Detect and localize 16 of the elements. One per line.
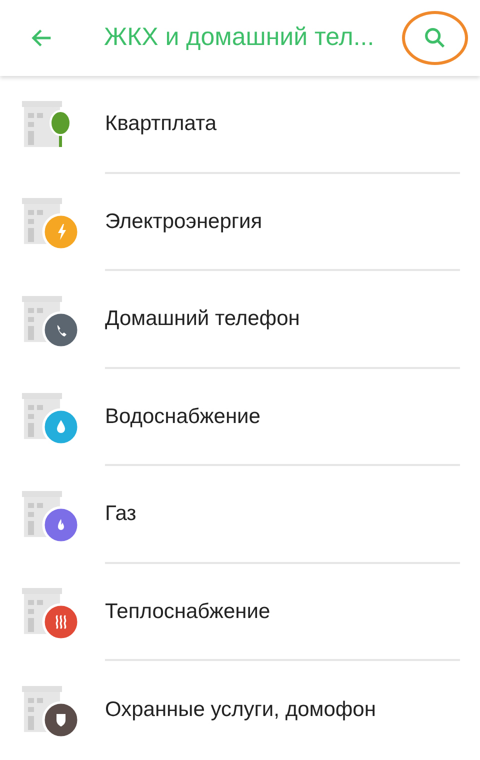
service-item[interactable]: Теплоснабжение — [0, 564, 480, 661]
service-label: Газ — [105, 501, 136, 527]
service-label: Водоснабжение — [105, 404, 260, 430]
service-item[interactable]: Охранные услуги, домофон — [0, 661, 480, 758]
service-label: Домашний телефон — [105, 306, 300, 332]
service-item[interactable]: Электроэнергия — [0, 174, 480, 271]
service-item[interactable]: Домашний телефон — [0, 271, 480, 368]
service-label: Электроэнергия — [105, 208, 262, 234]
service-label: Теплоснабжение — [105, 598, 270, 624]
service-item[interactable]: Квартплата — [0, 76, 480, 174]
service-label: Охранные услуги, домофон — [105, 697, 376, 723]
service-item[interactable]: Водоснабжение — [0, 368, 480, 466]
highlight-ring — [402, 11, 468, 65]
service-item[interactable]: Газ — [0, 466, 480, 564]
screen-title: ЖКХ и домашний тел... — [104, 22, 374, 54]
service-label: Квартплата — [105, 111, 217, 137]
